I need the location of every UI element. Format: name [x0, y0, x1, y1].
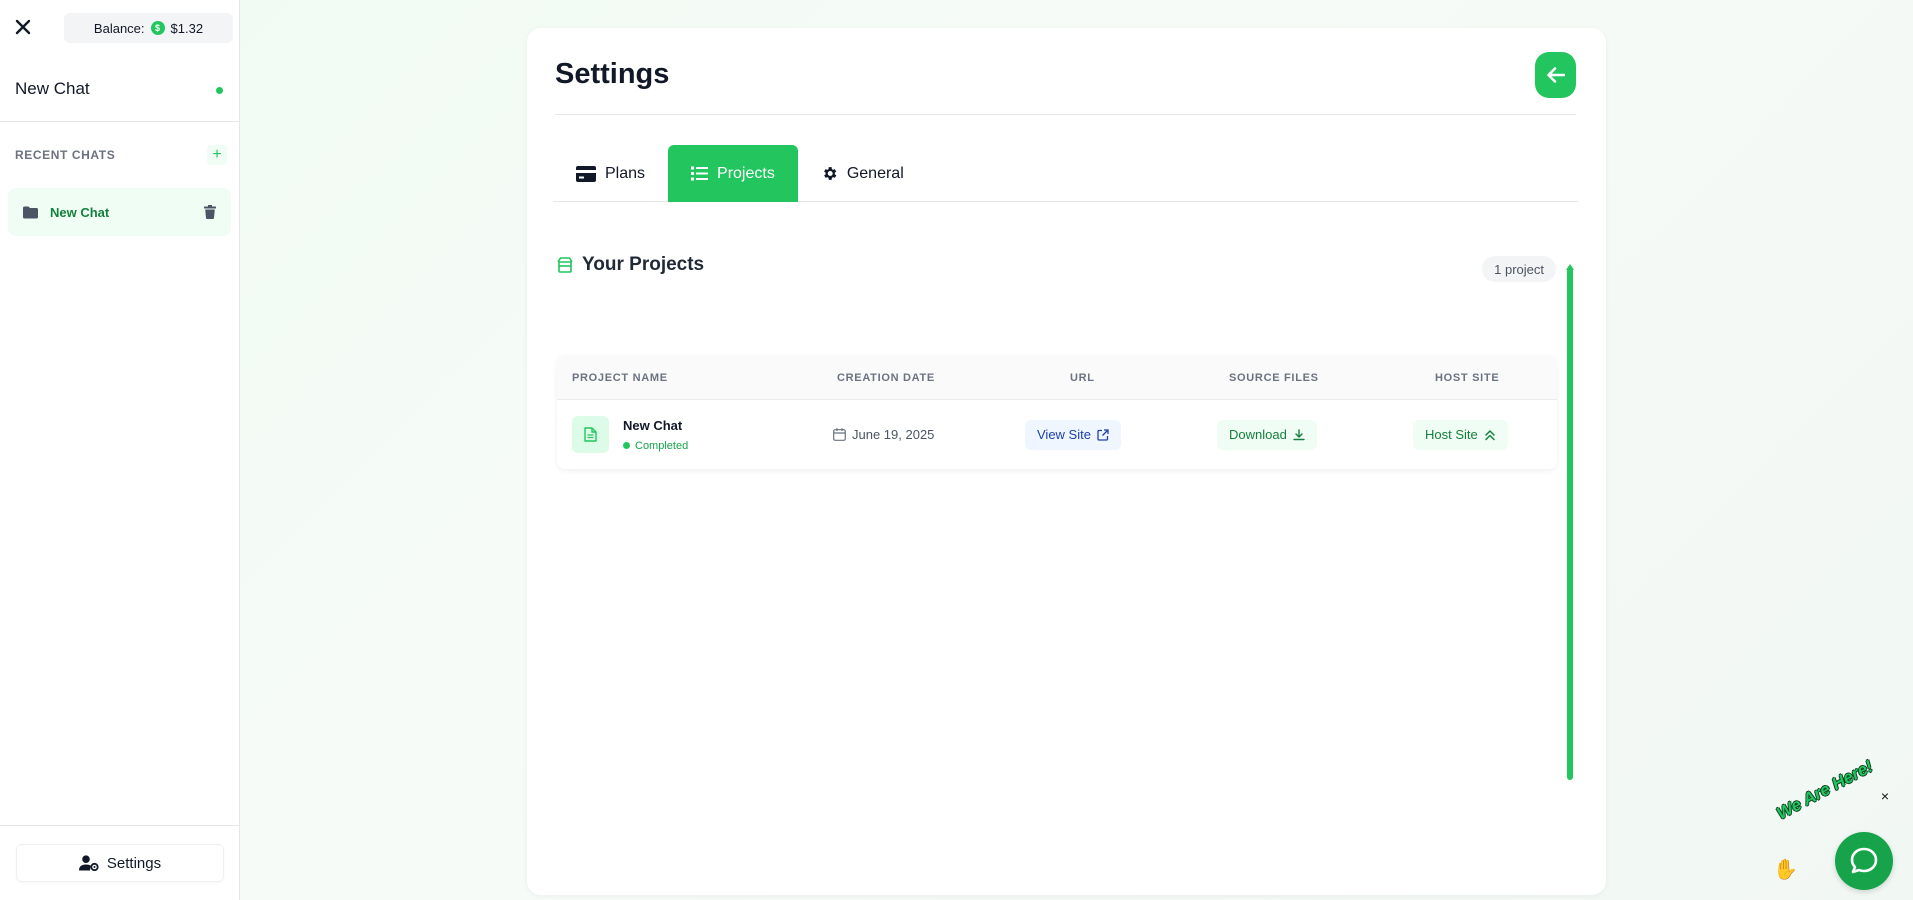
sidebar: Balance: $ $1.32 New Chat RECENT CHATS +…: [0, 0, 240, 900]
list-icon: [691, 166, 709, 181]
sidebar-footer: Settings: [0, 825, 240, 900]
waving-hand-icon: ✋: [1773, 859, 1798, 881]
settings-button-label: Settings: [106, 854, 162, 872]
back-button[interactable]: [1535, 52, 1576, 98]
projects-section-header: Your Projects: [557, 254, 704, 276]
open-chat-button[interactable]: [1835, 832, 1893, 890]
project-status: Completed: [623, 440, 688, 452]
project-count-badge: 1 project: [1482, 256, 1556, 282]
current-chat-title: New Chat: [15, 78, 90, 98]
projects-table: PROJECT NAME CREATION DATE URL SOURCE FI…: [557, 355, 1557, 469]
recent-chats-label: RECENT CHATS: [15, 148, 116, 162]
double-chevron-up-icon: [1485, 429, 1495, 440]
gear-icon: [823, 167, 837, 180]
settings-panel: Settings Plans Projects General Your Pro…: [527, 28, 1606, 895]
scrollbar[interactable]: [1567, 268, 1573, 780]
settings-tabs: Plans Projects General: [553, 145, 1578, 202]
close-icon: [15, 19, 31, 35]
column-header-project-name: PROJECT NAME: [572, 371, 668, 384]
chat-list-item[interactable]: New Chat: [8, 188, 231, 236]
external-link-icon: [1097, 428, 1109, 441]
trash-icon: [204, 205, 216, 219]
calendar-icon: [833, 428, 846, 441]
document-icon: [584, 427, 597, 442]
table-row: New Chat Completed June 19, 2025 View Si…: [557, 400, 1557, 469]
recent-chats-header: RECENT CHATS +: [0, 122, 239, 188]
widget-close-button[interactable]: ×: [1879, 789, 1891, 803]
online-status-dot: [216, 87, 223, 94]
status-dot: [623, 442, 630, 449]
chat-widget: × We Are Here! ✋: [1773, 757, 1893, 890]
source-files-cell: Download: [1217, 400, 1317, 469]
project-status-label: Completed: [635, 439, 689, 452]
tab-plans[interactable]: Plans: [553, 145, 668, 202]
credit-card-icon: [576, 165, 596, 182]
download-label: Download: [1229, 427, 1287, 442]
widget-tagline: We Are Here!: [1773, 756, 1876, 824]
host-site-cell: Host Site: [1413, 400, 1508, 469]
folder-icon: [23, 206, 38, 218]
column-header-creation-date: CREATION DATE: [837, 371, 935, 384]
download-icon: [1293, 428, 1305, 440]
settings-button[interactable]: Settings: [16, 844, 224, 882]
user-gear-icon: [78, 855, 99, 871]
tab-projects[interactable]: Projects: [668, 145, 798, 202]
coin-icon: $: [150, 21, 165, 35]
section-title: Your Projects: [582, 254, 705, 275]
project-name-cell: New Chat Completed: [572, 400, 688, 469]
column-header-source-files: SOURCE FILES: [1229, 371, 1319, 384]
file-icon: [572, 416, 609, 453]
host-site-label: Host Site: [1425, 427, 1478, 442]
view-site-link[interactable]: View Site: [1025, 419, 1121, 450]
delete-chat-button[interactable]: [204, 205, 216, 219]
box-icon: [557, 257, 573, 273]
tab-projects-label: Projects: [717, 164, 775, 182]
new-chat-button[interactable]: +: [207, 145, 227, 165]
page-title: Settings: [555, 58, 670, 90]
host-site-button[interactable]: Host Site: [1413, 419, 1508, 450]
tab-plans-label: Plans: [605, 164, 646, 182]
creation-date-cell: June 19, 2025: [833, 400, 934, 469]
close-sidebar-button[interactable]: [12, 16, 34, 38]
title-divider: [555, 114, 1576, 115]
sidebar-top: Balance: $ $1.32: [0, 0, 239, 56]
column-header-url: URL: [1070, 371, 1095, 384]
balance-label: Balance:: [93, 20, 145, 36]
download-button[interactable]: Download: [1217, 419, 1317, 450]
column-header-host-site: HOST SITE: [1435, 371, 1500, 384]
chat-list-item-label: New Chat: [50, 204, 110, 220]
balance-value: $1.32: [170, 20, 204, 36]
current-chat-header: New Chat: [0, 56, 239, 122]
chat-bubble-icon: [1850, 847, 1878, 874]
balance-indicator: Balance: $ $1.32: [64, 13, 233, 43]
creation-date-value: June 19, 2025: [852, 427, 935, 442]
project-name: New Chat: [623, 417, 683, 433]
table-header: PROJECT NAME CREATION DATE URL SOURCE FI…: [557, 355, 1557, 400]
tab-general-label: General: [846, 164, 904, 182]
url-cell: View Site: [1025, 400, 1121, 469]
arrow-left-icon: [1546, 67, 1565, 83]
view-site-label: View Site: [1037, 427, 1091, 442]
tab-general[interactable]: General: [798, 145, 927, 202]
creation-date: June 19, 2025: [833, 427, 934, 442]
